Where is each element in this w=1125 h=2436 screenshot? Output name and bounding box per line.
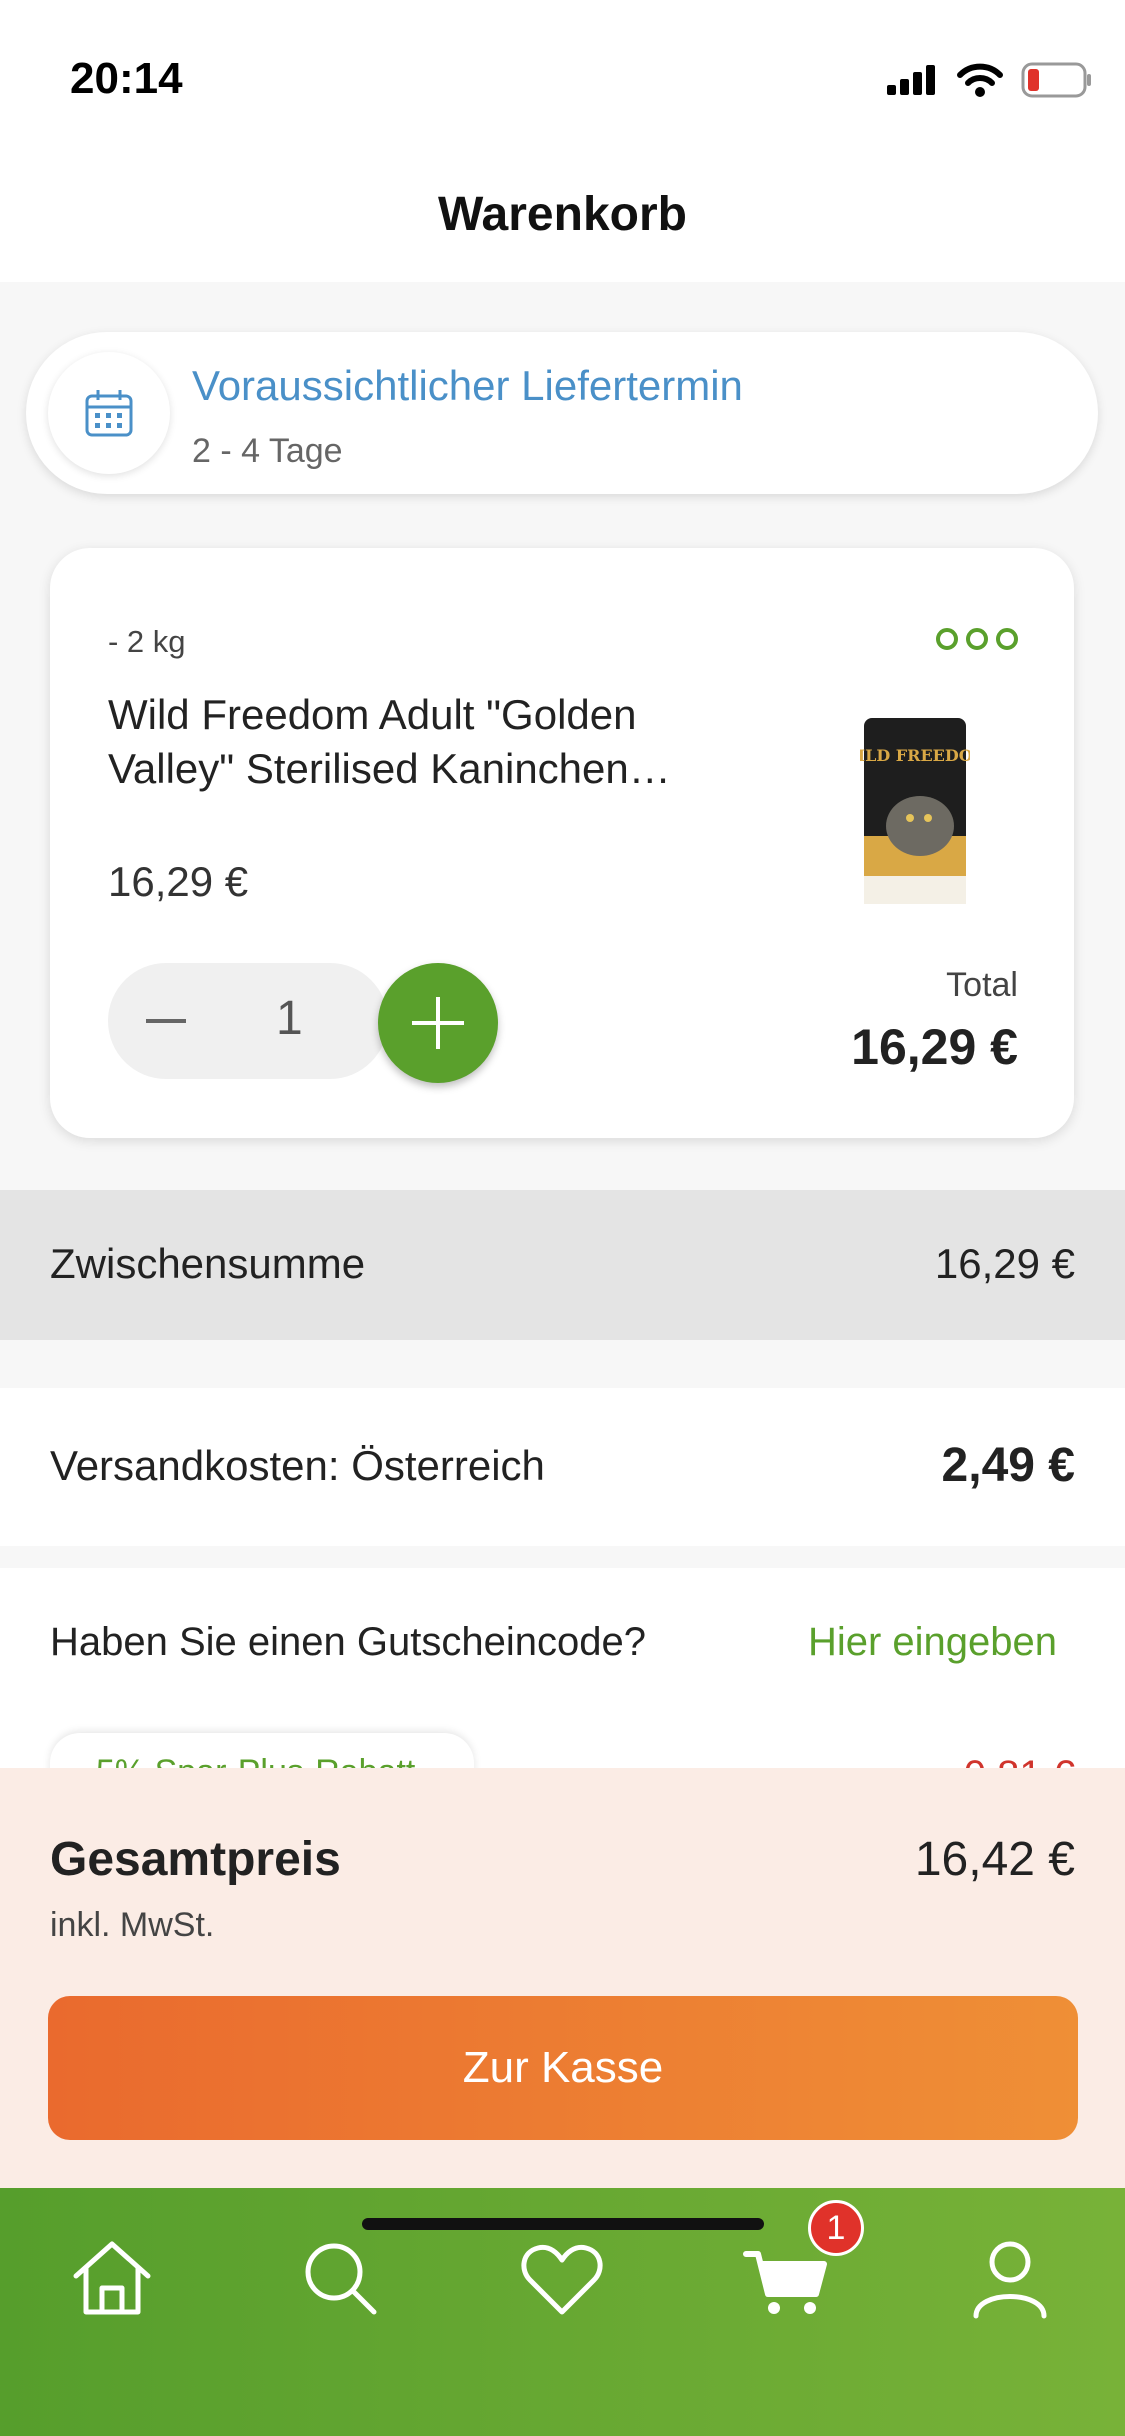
wifi-icon xyxy=(957,63,1003,97)
product-variant: - 2 kg xyxy=(108,624,186,659)
delivery-title: Voraussichtlicher Liefertermin xyxy=(192,362,743,409)
subtotal-value: 16,29 € xyxy=(934,1240,1075,1287)
voucher-question: Haben Sie einen Gutscheincode? xyxy=(50,1620,646,1664)
heart-icon xyxy=(521,2244,603,2315)
product-image-logo: WILD FREEDOM xyxy=(860,746,970,765)
tab-account[interactable] xyxy=(960,2228,1060,2328)
more-options-icon[interactable] xyxy=(936,628,1018,650)
signal-icon xyxy=(887,65,935,95)
delivery-duration: 2 - 4 Tage xyxy=(192,432,343,470)
calendar-icon xyxy=(85,390,133,437)
delivery-estimate-card: Voraussichtlicher Liefertermin 2 - 4 Tag… xyxy=(26,332,1098,494)
checkout-panel: Gesamtpreis 16,42 € inkl. MwSt. Zur Kass… xyxy=(0,1768,1125,2188)
header: Warenkorb xyxy=(0,170,1125,282)
search-icon xyxy=(305,2243,377,2315)
subtotal-row: Zwischensumme 16,29 € xyxy=(0,1190,1125,1340)
voucher-link[interactable]: Hier eingeben xyxy=(808,1620,1057,1665)
plus-button[interactable] xyxy=(378,963,498,1083)
quantity-stepper: 1 xyxy=(108,963,388,1079)
status-icons xyxy=(887,62,1093,98)
status-time: 20:14 xyxy=(70,54,183,103)
grand-total-value: 16,42 € xyxy=(914,1833,1075,1886)
item-total-value: 16,29 € xyxy=(851,1019,1018,1075)
checkout-button[interactable]: Zur Kasse xyxy=(48,1996,1078,2140)
shipping-label: Versandkosten: Österreich xyxy=(50,1442,545,1489)
voucher-row: Haben Sie einen Gutscheincode? Hier eing… xyxy=(0,1568,1125,1793)
shipping-row: Versandkosten: Österreich 2,49 € xyxy=(0,1388,1125,1546)
home-icon xyxy=(73,2241,151,2315)
page-title: Warenkorb xyxy=(438,188,687,241)
tab-home[interactable] xyxy=(62,2228,162,2328)
item-total-label: Total xyxy=(946,966,1018,1004)
cart-badge: 1 xyxy=(808,2200,864,2256)
minus-button[interactable] xyxy=(146,1019,186,1023)
unit-price: 16,29 € xyxy=(108,858,249,905)
subtotal-label: Zwischensumme xyxy=(50,1240,366,1287)
delivery-icon-wrap xyxy=(48,352,170,474)
product-name[interactable]: Wild Freedom Adult "Golden Valley" Steri… xyxy=(108,688,748,796)
cart-item-card: - 2 kg Wild Freedom Adult "Golden Valley… xyxy=(50,548,1074,1138)
battery-icon xyxy=(1021,62,1091,98)
grand-total-label: Gesamtpreis xyxy=(50,1833,341,1886)
tab-favorites[interactable] xyxy=(512,2228,612,2328)
quantity-value: 1 xyxy=(276,992,303,1045)
tab-search[interactable] xyxy=(290,2228,390,2328)
user-icon xyxy=(973,2241,1047,2319)
shipping-value: 2,49 € xyxy=(941,1439,1075,1492)
status-bar: 20:14 xyxy=(0,0,1125,170)
home-indicator xyxy=(362,2218,764,2230)
product-image[interactable]: WILD FREEDOM xyxy=(860,716,970,906)
vat-note: inkl. MwSt. xyxy=(50,1906,215,1944)
